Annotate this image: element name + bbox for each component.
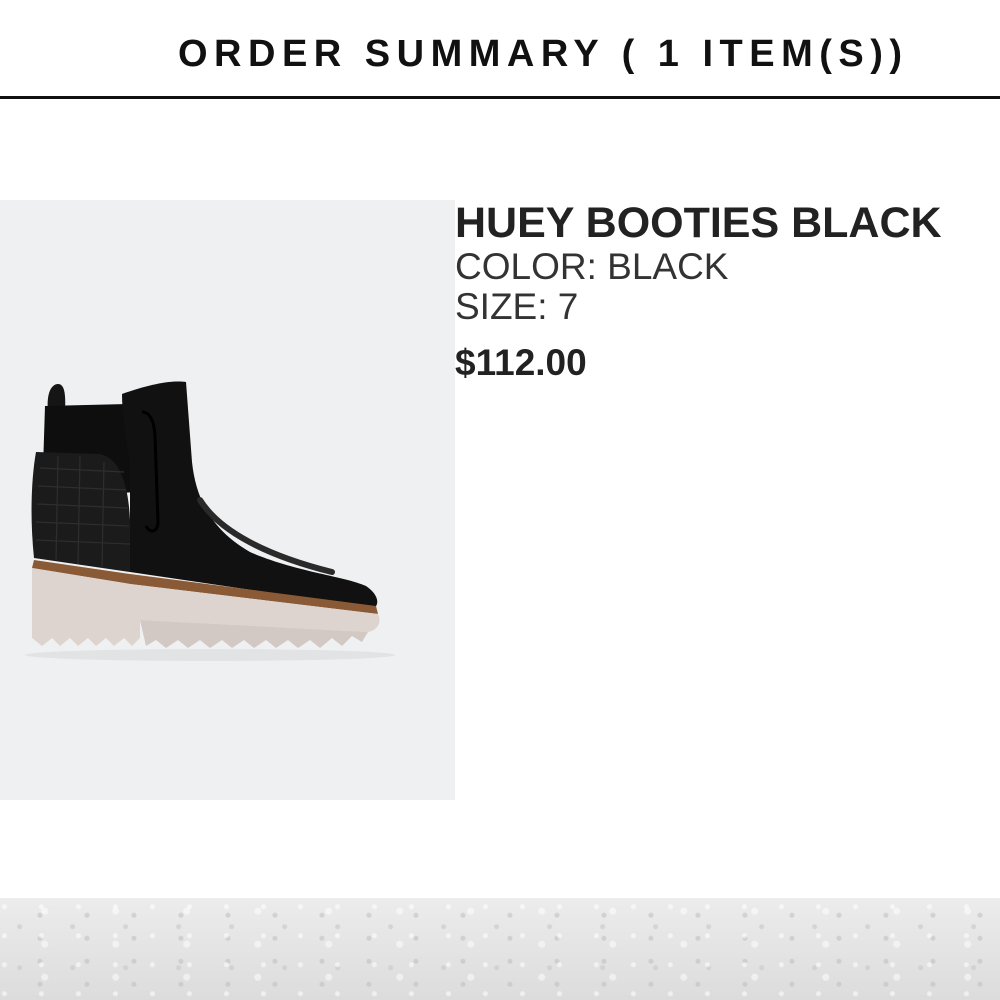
boot-icon	[25, 381, 395, 661]
product-size: SIZE: 7	[455, 286, 579, 327]
product-price: $112.00	[455, 342, 587, 383]
order-summary-header[interactable]: ORDER SUMMARY ( 1 ITEM(S))	[0, 0, 1000, 99]
order-summary-title[interactable]: ORDER SUMMARY ( 1 ITEM(S))	[178, 32, 909, 76]
footer-background	[0, 898, 1000, 1000]
product-name[interactable]: HUEY BOOTIES BLACK	[455, 199, 1000, 247]
product-color: COLOR: BLACK	[455, 246, 729, 287]
order-summary-page: ORDER SUMMARY ( 1 ITEM(S)) HUEY BOOTIES …	[0, 0, 1000, 1000]
product-details: HUEY BOOTIES BLACK COLOR: BLACK SIZE: 7 …	[455, 199, 1000, 385]
product-image[interactable]	[0, 200, 455, 800]
